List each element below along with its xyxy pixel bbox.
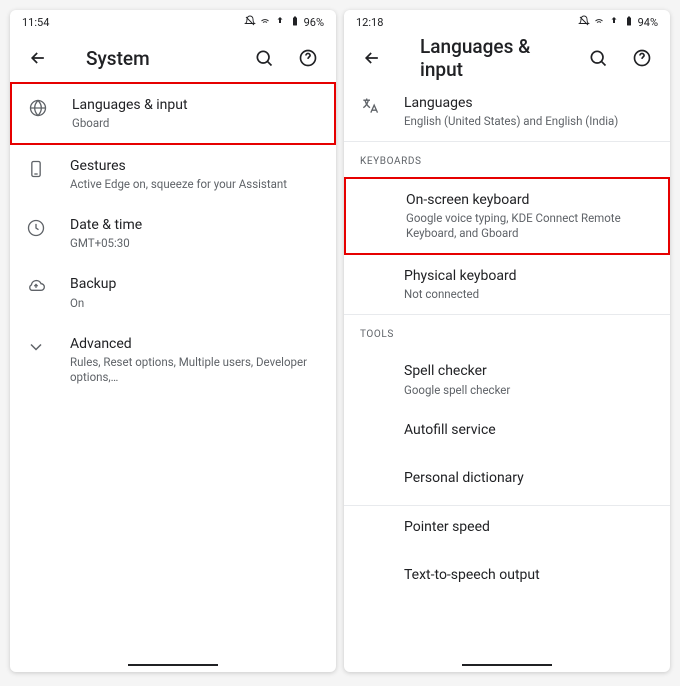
system-settings-screen: 11:54 96% System Languages & input Gboar…	[10, 10, 336, 672]
page-title: Languages & input	[420, 35, 574, 81]
row-title: Gestures	[70, 157, 320, 175]
home-indicator[interactable]	[128, 664, 218, 666]
row-title: On-screen keyboard	[406, 191, 652, 209]
row-subtitle: Google spell checker	[404, 383, 654, 398]
row-title: Languages & input	[72, 96, 318, 114]
settings-list: Languages & input Gboard Gestures Active…	[10, 82, 336, 672]
status-bar: 11:54 96%	[10, 10, 336, 34]
row-subtitle: English (United States) and English (Ind…	[404, 114, 654, 129]
row-subtitle: Not connected	[404, 287, 654, 302]
cloud-icon	[24, 275, 48, 299]
wifi-icon	[259, 15, 271, 30]
gestures-row[interactable]: Gestures Active Edge on, squeeze for you…	[10, 145, 336, 204]
tools-header: TOOLS	[344, 315, 670, 350]
onscreen-keyboard-row[interactable]: On-screen keyboard Google voice typing, …	[344, 177, 670, 255]
row-subtitle: Gboard	[72, 116, 318, 131]
advanced-row[interactable]: Advanced Rules, Reset options, Multiple …	[10, 323, 336, 397]
battery-icon	[289, 15, 301, 30]
clock-text: 11:54	[22, 16, 49, 29]
pointer-speed-row[interactable]: Pointer speed	[344, 506, 670, 554]
clock-text: 12:18	[356, 16, 383, 29]
notification-off-icon	[244, 15, 256, 30]
home-indicator[interactable]	[462, 664, 552, 666]
status-bar: 12:18 94%	[344, 10, 670, 34]
row-subtitle: On	[70, 296, 320, 311]
back-button[interactable]	[352, 38, 392, 78]
help-button[interactable]	[622, 38, 662, 78]
row-title: Autofill service	[404, 421, 654, 439]
signal-icon	[274, 15, 286, 30]
app-bar: Languages & input	[344, 34, 670, 82]
row-title: Pointer speed	[404, 518, 654, 536]
row-title: Text-to-speech output	[404, 566, 654, 584]
row-title: Personal dictionary	[404, 469, 654, 487]
notification-off-icon	[578, 15, 590, 30]
signal-icon	[608, 15, 620, 30]
row-title: Date & time	[70, 216, 320, 234]
page-title: System	[86, 47, 240, 70]
tts-row[interactable]: Text-to-speech output	[344, 554, 670, 602]
languages-input-row[interactable]: Languages & input Gboard	[10, 82, 336, 145]
row-title: Backup	[70, 275, 320, 293]
date-time-row[interactable]: Date & time GMT+05:30	[10, 204, 336, 263]
battery-text: 96%	[304, 16, 324, 29]
translate-icon	[358, 94, 382, 118]
row-subtitle: GMT+05:30	[70, 236, 320, 251]
row-title: Physical keyboard	[404, 267, 654, 285]
chevron-down-icon	[24, 335, 48, 359]
languages-row[interactable]: Languages English (United States) and En…	[344, 82, 670, 141]
clock-icon	[24, 216, 48, 240]
row-subtitle: Active Edge on, squeeze for your Assista…	[70, 177, 320, 192]
search-button[interactable]	[578, 38, 618, 78]
backup-row[interactable]: Backup On	[10, 263, 336, 322]
languages-input-screen: 12:18 94% Languages & input Languages En…	[344, 10, 670, 672]
row-subtitle: Google voice typing, KDE Connect Remote …	[406, 211, 652, 241]
wifi-icon	[593, 15, 605, 30]
physical-keyboard-row[interactable]: Physical keyboard Not connected	[344, 255, 670, 314]
row-title: Advanced	[70, 335, 320, 353]
battery-icon	[623, 15, 635, 30]
settings-list: Languages English (United States) and En…	[344, 82, 670, 672]
help-button[interactable]	[288, 38, 328, 78]
globe-icon	[26, 96, 50, 120]
keyboards-header: KEYBOARDS	[344, 142, 670, 177]
back-button[interactable]	[18, 38, 58, 78]
personal-dictionary-row[interactable]: Personal dictionary	[344, 457, 670, 505]
app-bar: System	[10, 34, 336, 82]
autofill-row[interactable]: Autofill service	[344, 409, 670, 457]
row-subtitle: Rules, Reset options, Multiple users, De…	[70, 355, 320, 385]
row-title: Spell checker	[404, 362, 654, 380]
status-icons: 96%	[244, 15, 324, 30]
search-button[interactable]	[244, 38, 284, 78]
row-title: Languages	[404, 94, 654, 112]
spell-checker-row[interactable]: Spell checker Google spell checker	[344, 350, 670, 409]
status-icons: 94%	[578, 15, 658, 30]
battery-text: 94%	[638, 16, 658, 29]
phone-icon	[24, 157, 48, 181]
